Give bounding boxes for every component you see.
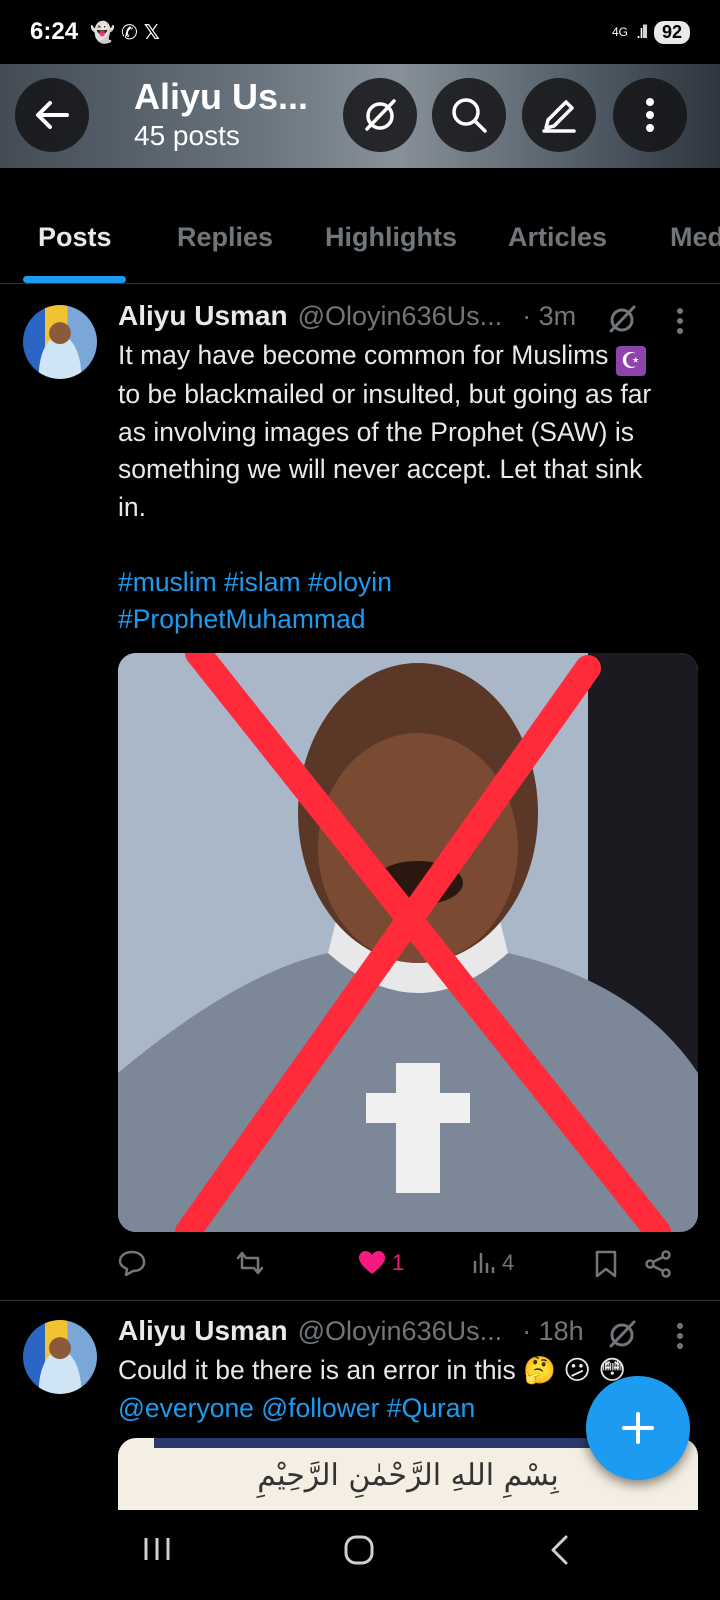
back-button[interactable] — [15, 78, 89, 152]
network-type: 4G — [611, 25, 628, 39]
more-vertical-icon[interactable] — [676, 307, 684, 335]
post-divider — [0, 1300, 720, 1301]
grok-button[interactable] — [343, 78, 417, 152]
tab-articles[interactable]: Articles — [508, 222, 607, 253]
profile-title: Aliyu Us... 45 posts — [134, 76, 308, 152]
avatar[interactable] — [23, 305, 97, 379]
post-actions: 1 4 — [118, 1250, 698, 1286]
home-icon[interactable] — [343, 1534, 375, 1566]
reply-icon — [118, 1250, 146, 1276]
signal-icon: .ıll — [635, 21, 648, 42]
post-text-line: as involving images of the Prophet (SAW)… — [118, 416, 634, 447]
plus-icon — [622, 1412, 654, 1444]
post-meta: Aliyu Usman @Oloyin636Us... · 18h — [118, 1315, 584, 1347]
repost-icon — [236, 1251, 264, 1275]
more-vertical-icon — [646, 98, 654, 132]
post-age: · 3m — [522, 300, 577, 331]
post-meta: Aliyu Usman @Oloyin636Us... · 3m — [118, 300, 576, 332]
share-button[interactable] — [644, 1250, 672, 1278]
grok-icon — [365, 99, 396, 131]
profile-tabs: Posts Replies Highlights Articles Med — [0, 200, 720, 284]
active-tab-indicator — [23, 276, 126, 283]
x-logo-icon: 𝕏 — [143, 21, 160, 44]
status-bar: 6:24 👻 ✆ 𝕏 4G .ıll 92 — [0, 0, 720, 64]
grok-icon[interactable] — [606, 303, 638, 335]
repost-button[interactable] — [234, 1250, 266, 1276]
author-handle[interactable]: @Oloyin636Us... — [298, 301, 503, 332]
whatsapp-icon: ✆ — [120, 21, 138, 44]
author-handle[interactable]: @Oloyin636Us... — [298, 1316, 503, 1347]
back-arrow-icon — [36, 101, 69, 129]
decorative-border — [154, 1438, 662, 1448]
recent-apps-icon[interactable] — [142, 1534, 172, 1564]
more-vertical-icon[interactable] — [676, 1322, 684, 1350]
post-text-line: in. — [118, 491, 146, 522]
share-icon — [645, 1250, 671, 1278]
tab-replies[interactable]: Replies — [177, 222, 273, 253]
back-nav-icon[interactable] — [548, 1534, 570, 1566]
bookmark-button[interactable] — [595, 1250, 617, 1278]
search-icon — [452, 98, 487, 133]
post-text-line: It may have become common for Muslims — [118, 340, 609, 370]
pencil-icon — [542, 100, 576, 133]
edit-profile-button[interactable] — [522, 78, 596, 152]
reply-button[interactable] — [118, 1250, 146, 1276]
grok-icon[interactable] — [606, 1318, 638, 1350]
profile-name: Aliyu Us... — [134, 76, 309, 117]
notification-icons: 👻 ✆ 𝕏 — [90, 20, 160, 45]
bookmark-icon — [595, 1250, 617, 1278]
avatar[interactable] — [23, 1320, 97, 1394]
compose-post-button[interactable] — [586, 1376, 690, 1480]
like-count: 1 — [392, 1250, 405, 1275]
post-text-line: Could it be there is an error in this — [118, 1355, 516, 1385]
hashtags[interactable]: #muslim #islam #oloyin — [118, 564, 698, 602]
heart-filled-icon — [359, 1251, 385, 1274]
snapchat-icon: 👻 — [90, 21, 115, 44]
post-text-line: to be blackmailed or insulted, but going… — [118, 379, 652, 409]
views-button[interactable]: 4 — [472, 1250, 514, 1276]
post-text-line: something we will never accept. Let that… — [118, 454, 643, 484]
post-age: · 18h — [522, 1315, 584, 1346]
profile-header: Aliyu Us... 45 posts — [0, 64, 720, 168]
views-count: 4 — [502, 1250, 515, 1275]
post-text: It may have become common for Muslims ☪ … — [118, 337, 698, 639]
battery-indicator: 92 — [653, 20, 690, 44]
tab-media[interactable]: Med — [670, 222, 720, 253]
hashtag[interactable]: #ProphetMuhammad — [118, 601, 698, 639]
tab-posts[interactable]: Posts — [38, 222, 112, 253]
system-nav-bar — [0, 1510, 720, 1600]
crossed-out-photo — [118, 653, 698, 1232]
star-crescent-emoji: ☪ — [615, 346, 646, 376]
views-chart-icon — [473, 1253, 495, 1273]
post-count: 45 posts — [134, 120, 240, 151]
emojis: 🤔 😕 😳 — [523, 1355, 627, 1385]
status-time: 6:24 — [30, 18, 79, 45]
author-name[interactable]: Aliyu Usman — [118, 1315, 288, 1347]
more-options-button[interactable] — [613, 78, 687, 152]
author-name[interactable]: Aliyu Usman — [118, 300, 288, 332]
post-image[interactable] — [118, 653, 698, 1232]
like-button[interactable]: 1 — [358, 1250, 404, 1276]
search-button[interactable] — [432, 78, 506, 152]
tab-highlights[interactable]: Highlights — [325, 222, 457, 253]
